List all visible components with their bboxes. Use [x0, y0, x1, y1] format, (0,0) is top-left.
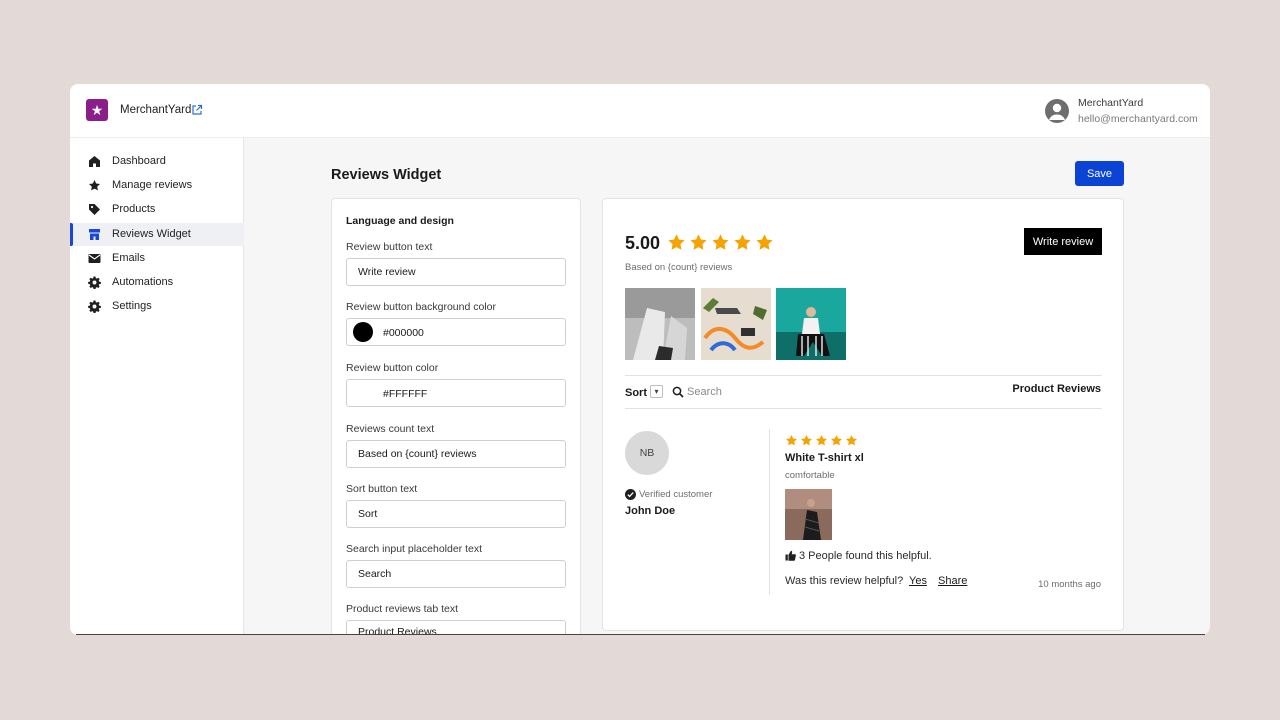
sidebar-item-label: Products	[112, 203, 156, 215]
input-value: Search	[358, 568, 392, 580]
app-window: ★ MerchantYard MerchantYard hello@mercha…	[70, 84, 1210, 635]
star-icon	[690, 234, 707, 250]
top-bar: ★ MerchantYard MerchantYard hello@mercha…	[70, 84, 1210, 138]
home-icon	[89, 156, 100, 167]
store-logo-icon[interactable]: ★	[86, 99, 108, 121]
star-icon	[756, 234, 773, 250]
field-label: Review button color	[346, 362, 439, 374]
sidebar-item-label: Emails	[112, 252, 146, 264]
sidebar-item-emails[interactable]: Emails	[70, 247, 244, 270]
review-button-bg-color-input[interactable]: #000000	[346, 318, 566, 346]
color-swatch[interactable]	[353, 322, 373, 342]
chevron-down-icon[interactable]: ▾	[650, 385, 663, 398]
thumbs-up-icon[interactable]	[785, 550, 796, 561]
verified-badge: Verified customer	[639, 489, 713, 500]
star-icon	[831, 434, 842, 446]
sidebar-item-manage-reviews[interactable]: Manage reviews	[70, 174, 244, 197]
average-rating: 5.00	[625, 233, 661, 253]
tag-icon	[89, 204, 100, 215]
store-icon	[89, 229, 100, 240]
review-photo-thumbnail[interactable]	[701, 288, 771, 360]
sidebar-item-label: Dashboard	[112, 155, 166, 167]
user-email: hello@merchantyard.com	[1078, 113, 1198, 125]
sidebar-item-label: Manage reviews	[112, 179, 193, 191]
reviewer-initials: NB	[639, 447, 655, 459]
gear-icon	[88, 300, 101, 313]
sidebar-item-label: Reviews Widget	[112, 228, 191, 240]
verified-check-icon	[625, 489, 636, 500]
sidebar-item-label: Settings	[112, 300, 152, 312]
divider	[625, 375, 1102, 376]
reviews-count-text: Based on {count} reviews	[625, 262, 733, 273]
section-title: Language and design	[346, 215, 454, 227]
star-icon	[801, 434, 812, 446]
star-icon	[668, 234, 685, 250]
sidebar-item-reviews-widget[interactable]: Reviews Widget	[70, 223, 244, 246]
star-icon	[734, 234, 751, 250]
language-design-panel: Language and design Review button text W…	[331, 198, 581, 635]
field-label: Reviews count text	[346, 423, 435, 435]
star-icon	[786, 434, 797, 446]
input-value: Based on {count} reviews	[358, 448, 477, 460]
review-timestamp: 10 months ago	[1038, 579, 1101, 590]
reviews-count-text-input[interactable]: Based on {count} reviews	[346, 440, 566, 468]
share-link[interactable]: Share	[938, 575, 967, 587]
review-button-color-input[interactable]: #FFFFFF	[346, 379, 566, 407]
review-title: White T-shirt xl	[785, 452, 864, 464]
gear-icon	[88, 276, 101, 289]
tab-product-reviews[interactable]: Product Reviews	[1012, 383, 1101, 395]
field-label: Product reviews tab text	[346, 603, 459, 615]
sidebar-item-products[interactable]: Products	[70, 198, 244, 221]
sidebar-item-label: Automations	[112, 276, 174, 288]
divider	[625, 408, 1102, 409]
product-reviews-tab-input[interactable]: Product Reviews	[346, 620, 566, 635]
helpful-question: Was this review helpful?	[785, 575, 904, 587]
star-icon	[712, 234, 729, 250]
page-title: Reviews Widget	[331, 167, 442, 183]
review-attached-photo[interactable]	[785, 489, 832, 540]
external-link-icon[interactable]	[191, 104, 203, 116]
reviewer-name: John Doe	[625, 505, 676, 517]
review-button-text-input[interactable]: Write review	[346, 258, 566, 286]
input-value: Sort	[358, 508, 378, 520]
mail-icon	[88, 254, 101, 263]
input-value: #000000	[383, 327, 424, 339]
sidebar-item-settings[interactable]: Settings	[70, 295, 244, 318]
widget-preview: 5.00 Based on {count} reviews Write revi…	[602, 198, 1124, 631]
review-body: comfortable	[785, 470, 835, 481]
star-icon	[846, 434, 857, 446]
sort-button-text-input[interactable]: Sort	[346, 500, 566, 528]
field-label: Sort button text	[346, 483, 418, 495]
user-icon	[1049, 103, 1065, 120]
user-avatar[interactable]	[1045, 99, 1069, 123]
search-icon	[672, 386, 684, 398]
sidebar-item-dashboard[interactable]: Dashboard	[70, 150, 244, 173]
field-label: Review button background color	[346, 301, 497, 313]
search-placeholder-input[interactable]: Search	[346, 560, 566, 588]
save-button[interactable]: Save	[1075, 161, 1124, 186]
write-review-button[interactable]: Write review	[1024, 228, 1102, 255]
field-label: Search input placeholder text	[346, 543, 483, 555]
search-input[interactable]: Search	[687, 386, 722, 398]
bottom-divider	[76, 634, 1205, 635]
helpful-count: 3 People found this helpful.	[799, 550, 932, 562]
input-value: Write review	[358, 266, 416, 278]
sidebar-item-automations[interactable]: Automations	[70, 271, 244, 294]
divider	[769, 429, 770, 595]
store-name[interactable]: MerchantYard	[120, 104, 191, 116]
color-swatch[interactable]	[353, 383, 373, 403]
review-stars	[785, 434, 858, 447]
sidebar: Dashboard Manage reviews Products Review…	[70, 138, 244, 635]
field-label: Review button text	[346, 241, 433, 253]
input-value: #FFFFFF	[383, 388, 428, 400]
star-icon	[89, 179, 100, 191]
user-name: MerchantYard	[1078, 97, 1144, 109]
reviewer-avatar: NB	[625, 431, 669, 475]
rating-stars	[667, 233, 774, 252]
helpful-yes-link[interactable]: Yes	[909, 575, 927, 587]
review-photo-thumbnail[interactable]	[625, 288, 695, 360]
sort-button[interactable]: Sort	[625, 387, 647, 399]
star-icon	[816, 434, 827, 446]
review-photo-thumbnail[interactable]	[776, 288, 846, 360]
